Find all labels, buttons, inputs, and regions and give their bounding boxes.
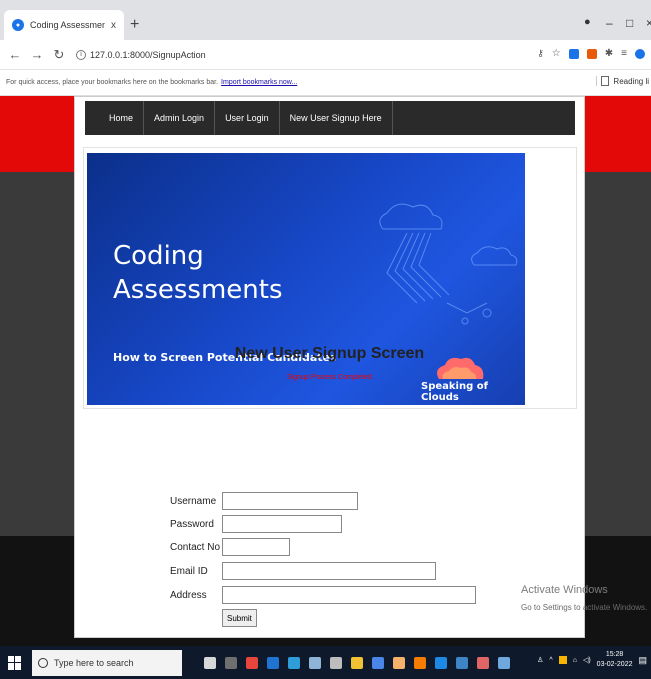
account-icon[interactable]: ●	[584, 16, 591, 28]
contact-label: Contact No	[170, 541, 221, 553]
url-text: 127.0.0.1:8000/SignupAction	[90, 49, 206, 60]
reading-list-button[interactable]: Reading li	[596, 76, 649, 86]
reading-list-icon	[601, 76, 610, 86]
tab-close-icon[interactable]: x	[111, 20, 116, 31]
store-icon[interactable]	[288, 656, 300, 669]
browser-tab[interactable]: ● Coding Assessment Portal x	[4, 10, 124, 40]
address-label: Address	[170, 589, 207, 601]
contact-input[interactable]	[222, 538, 290, 556]
toolbar-icons: ⚷ ☆ ✱ ≡	[537, 48, 645, 59]
banner-image: Coding Assessments How to Screen Potenti…	[87, 153, 525, 405]
cloud-circuit-graphic	[379, 203, 518, 325]
page-container: Home Admin Login User Login New User Sig…	[74, 96, 585, 638]
people-icon[interactable]: ♙	[537, 656, 543, 664]
app-icon-notes[interactable]	[456, 656, 468, 669]
import-bookmarks-link[interactable]: Import bookmarks now...	[221, 79, 297, 86]
reload-icon[interactable]: ↻	[52, 47, 66, 63]
task-view-icon[interactable]	[225, 656, 237, 669]
taskbar-apps	[204, 656, 510, 669]
username-row: Username	[170, 491, 358, 511]
banner-frame: Coding Assessments How to Screen Potenti…	[83, 147, 577, 409]
cortana-icon	[38, 657, 48, 668]
bookmarks-bar: For quick access, place your bookmarks h…	[0, 70, 651, 96]
address-row: Address	[170, 585, 476, 605]
activate-windows-hint: Go to Settings to activate Windows.	[521, 603, 648, 612]
notifications-icon[interactable]: ▤	[638, 655, 647, 666]
maximize-button[interactable]: □	[626, 16, 633, 30]
mic-icon[interactable]	[204, 656, 216, 669]
nav-user-login[interactable]: User Login	[215, 101, 280, 135]
url-field[interactable]: i 127.0.0.1:8000/SignupAction	[76, 49, 206, 60]
profile-icon[interactable]	[635, 48, 645, 59]
bookmarks-prompt: For quick access, place your bookmarks h…	[6, 79, 219, 86]
contact-row: Contact No	[170, 537, 290, 557]
extension-fox-icon[interactable]	[586, 48, 597, 59]
nav-admin-login[interactable]: Admin Login	[144, 101, 216, 135]
signup-title: New User Signup Screen	[234, 345, 425, 362]
forward-icon[interactable]: →	[30, 47, 44, 62]
site-navbar: Home Admin Login User Login New User Sig…	[85, 101, 575, 135]
network-icon[interactable]: ⌂	[573, 657, 577, 664]
edge-icon[interactable]	[267, 656, 279, 669]
password-label: Password	[170, 518, 214, 530]
file-explorer-icon[interactable]	[351, 656, 363, 669]
email-label: Email ID	[170, 565, 208, 577]
email-row: Email ID	[170, 561, 436, 581]
nav-home[interactable]: Home	[99, 101, 145, 135]
word-icon[interactable]	[372, 656, 384, 669]
nav-new-user-signup[interactable]: New User Signup Here	[280, 101, 393, 135]
email-input[interactable]	[222, 562, 436, 580]
windows-start-icon[interactable]	[8, 655, 22, 670]
tray-overflow-icon[interactable]: ^	[549, 657, 552, 664]
new-tab-button[interactable]: +	[130, 16, 139, 34]
signup-status-message: Signup Process Completed	[287, 374, 372, 381]
taskbar-clock[interactable]: 15:28 03-02-2022	[597, 650, 633, 670]
password-row: Password	[170, 514, 342, 534]
banner-brand: Speaking of Clouds	[421, 381, 488, 403]
address-input[interactable]	[222, 586, 476, 604]
browser-tab-bar: ● Coding Assessment Portal x + ● – □ ×	[0, 6, 651, 40]
extensions-puzzle-icon[interactable]: ✱	[605, 48, 613, 59]
taskbar-search[interactable]: Type here to search	[32, 649, 182, 676]
app-icon-editor[interactable]	[498, 656, 510, 669]
reading-list-label: Reading li	[613, 76, 649, 86]
app-icon-pin[interactable]	[477, 656, 489, 669]
address-bar: ← → ↻ i 127.0.0.1:8000/SignupAction ⚷ ☆ …	[0, 40, 651, 70]
system-tray: ♙ ^ ⌂ ◁) 15:28 03-02-2022 ▤	[537, 650, 647, 670]
bookmark-star-icon[interactable]: ☆	[552, 48, 561, 59]
chrome-icon[interactable]	[393, 656, 405, 669]
password-input[interactable]	[222, 515, 342, 533]
extension-shield-icon[interactable]	[568, 48, 579, 59]
banner-title: Coding Assessments	[113, 241, 283, 305]
media-control-icon[interactable]: ≡	[621, 48, 627, 59]
activate-windows-title: Activate Windows	[521, 584, 608, 596]
username-input[interactable]	[222, 492, 358, 510]
tab-title: Coding Assessment Portal	[30, 20, 105, 30]
volume-icon[interactable]: ◁)	[583, 656, 591, 664]
windows-taskbar: Type here to search ♙ ^ ⌂ ◁) 15:28 03-02…	[0, 646, 651, 679]
key-icon[interactable]: ⚷	[537, 48, 544, 59]
submit-button[interactable]: Submit	[222, 609, 257, 627]
app-icon-orange[interactable]	[414, 656, 426, 669]
app-icon-grey[interactable]	[330, 656, 342, 669]
app-icon-dark-blue[interactable]	[435, 656, 447, 669]
close-window-button[interactable]: ×	[646, 16, 651, 30]
app-icon-blue[interactable]	[309, 656, 321, 669]
chrome-favicon-icon: ●	[12, 19, 24, 31]
back-icon[interactable]: ←	[8, 47, 22, 62]
username-label: Username	[170, 495, 217, 507]
minimize-button[interactable]: –	[606, 16, 613, 30]
taskbar-search-placeholder: Type here to search	[54, 657, 134, 668]
app-icon-red[interactable]	[246, 656, 258, 669]
info-icon[interactable]: i	[76, 49, 86, 60]
tray-app-icon[interactable]	[558, 656, 567, 664]
